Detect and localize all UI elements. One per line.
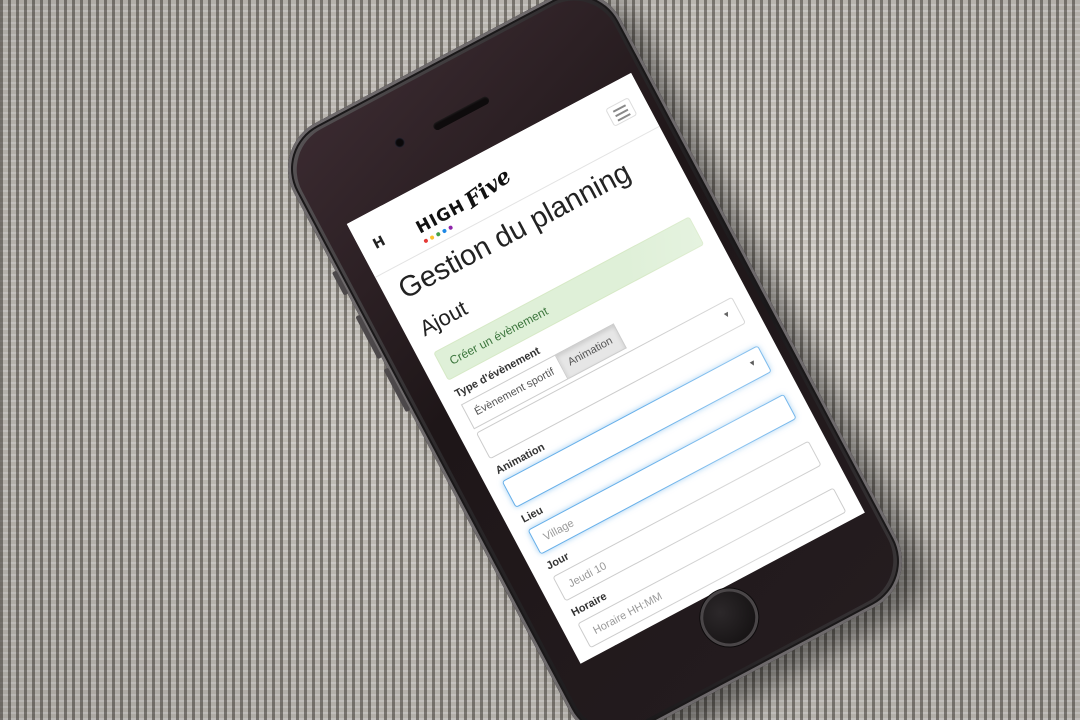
logo-dot — [447, 224, 454, 231]
caret-down-icon: ▼ — [747, 357, 759, 370]
logo-dot — [441, 228, 448, 234]
hamburger-icon[interactable] — [605, 97, 638, 127]
logo-dot — [423, 238, 429, 244]
logo-word-high: HIGH — [413, 196, 469, 244]
caret-down-icon: ▼ — [721, 308, 733, 321]
front-camera-icon — [392, 135, 407, 150]
brand-short-link[interactable]: H — [370, 233, 388, 253]
logo-dot — [435, 231, 441, 237]
logo-word-five: Five — [459, 163, 516, 215]
earpiece-speaker — [431, 95, 491, 132]
logo-dot — [429, 234, 435, 241]
